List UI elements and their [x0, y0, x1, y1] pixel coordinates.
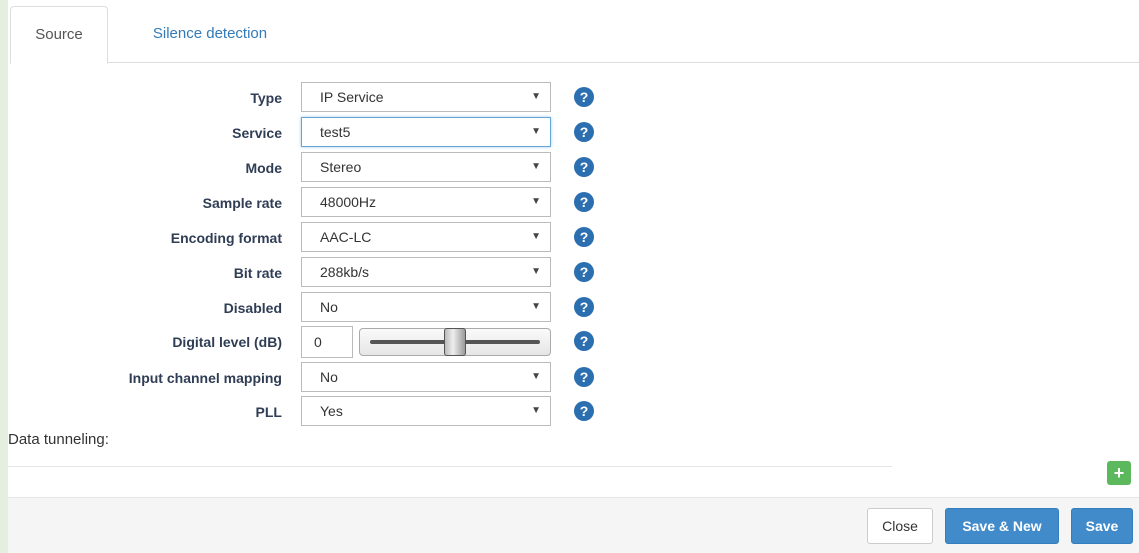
bit-rate-label: Bit rate — [233, 265, 282, 281]
digital-level-label: Digital level (dB) — [172, 334, 282, 350]
caret-down-icon: ▼ — [531, 405, 541, 416]
caret-down-icon: ▼ — [531, 126, 541, 137]
pll-label: PLL — [255, 404, 282, 420]
digital-level-value: 0 — [314, 334, 322, 350]
tab-silence-detection[interactable]: Silence detection — [130, 6, 290, 62]
type-row: Type IP Service ▼ ? — [8, 82, 708, 114]
disabled-value: No — [320, 299, 338, 315]
pll-row: PLL Yes ▼ ? — [8, 396, 708, 428]
help-icon[interactable]: ? — [574, 157, 594, 177]
encoding-format-label: Encoding format — [170, 230, 282, 246]
help-icon[interactable]: ? — [574, 87, 594, 107]
sample-rate-select[interactable]: 48000Hz ▼ — [301, 187, 551, 217]
help-icon[interactable]: ? — [574, 122, 594, 142]
service-value: test5 — [320, 124, 351, 140]
disabled-row: Disabled No ▼ ? — [8, 292, 708, 324]
encoding-format-select[interactable]: AAC-LC ▼ — [301, 222, 551, 252]
help-icon[interactable]: ? — [574, 227, 594, 247]
digital-level-slider[interactable] — [359, 328, 551, 356]
tab-bar: Source Silence detection — [10, 6, 1139, 64]
caret-down-icon: ▼ — [531, 371, 541, 382]
plus-icon[interactable]: + — [1107, 461, 1131, 485]
caret-down-icon: ▼ — [531, 161, 541, 172]
disabled-select[interactable]: No ▼ — [301, 292, 551, 322]
source-settings-panel: Source Silence detection Type IP Service… — [8, 0, 1139, 553]
encoding-format-row: Encoding format AAC-LC ▼ ? — [8, 222, 708, 254]
bit-rate-value: 288kb/s — [320, 264, 370, 280]
type-label: Type — [250, 90, 282, 106]
caret-down-icon: ▼ — [531, 231, 541, 242]
close-button[interactable]: Close — [867, 508, 933, 544]
type-value: IP Service — [320, 89, 384, 105]
mode-value: Stereo — [320, 159, 362, 175]
sample-rate-label: Sample rate — [202, 195, 282, 211]
help-icon[interactable]: ? — [574, 367, 594, 387]
service-select[interactable]: test5 ▼ — [301, 117, 551, 147]
caret-down-icon: ▼ — [531, 196, 541, 207]
input-channel-mapping-row: Input channel mapping No ▼ ? — [8, 362, 708, 394]
divider — [8, 466, 892, 467]
dialog-footer: Close Save & New Save — [8, 497, 1139, 553]
input-channel-mapping-select[interactable]: No ▼ — [301, 362, 551, 392]
input-channel-mapping-label: Input channel mapping — [128, 370, 282, 386]
mode-select[interactable]: Stereo ▼ — [301, 152, 551, 182]
help-icon[interactable]: ? — [574, 262, 594, 282]
save-and-new-button[interactable]: Save & New — [945, 508, 1059, 544]
help-icon[interactable]: ? — [574, 192, 594, 212]
help-icon[interactable]: ? — [574, 297, 594, 317]
save-button[interactable]: Save — [1071, 508, 1133, 544]
caret-down-icon: ▼ — [531, 266, 541, 277]
mode-label: Mode — [245, 160, 282, 176]
encoding-format-value: AAC-LC — [320, 229, 372, 245]
mode-row: Mode Stereo ▼ ? — [8, 152, 708, 184]
sample-rate-value: 48000Hz — [320, 194, 377, 210]
caret-down-icon: ▼ — [531, 91, 541, 102]
input-channel-mapping-value: No — [320, 369, 338, 385]
help-icon[interactable]: ? — [574, 331, 594, 351]
service-label: Service — [232, 125, 282, 141]
sample-rate-row: Sample rate 48000Hz ▼ ? — [8, 187, 708, 219]
bit-rate-select[interactable]: 288kb/s ▼ — [301, 257, 551, 287]
tab-source[interactable]: Source — [10, 6, 108, 64]
data-tunneling-heading: Data tunneling: — [8, 431, 109, 448]
service-row: Service test5 ▼ ? — [8, 117, 708, 149]
disabled-label: Disabled — [223, 300, 282, 316]
pll-select[interactable]: Yes ▼ — [301, 396, 551, 426]
caret-down-icon: ▼ — [531, 301, 541, 312]
pll-value: Yes — [320, 403, 343, 419]
digital-level-row: Digital level (dB) 0 ? — [8, 326, 708, 358]
help-icon[interactable]: ? — [574, 401, 594, 421]
slider-handle[interactable] — [444, 328, 466, 356]
digital-level-input[interactable]: 0 — [301, 326, 353, 358]
bit-rate-row: Bit rate 288kb/s ▼ ? — [8, 257, 708, 289]
type-select[interactable]: IP Service ▼ — [301, 82, 551, 112]
